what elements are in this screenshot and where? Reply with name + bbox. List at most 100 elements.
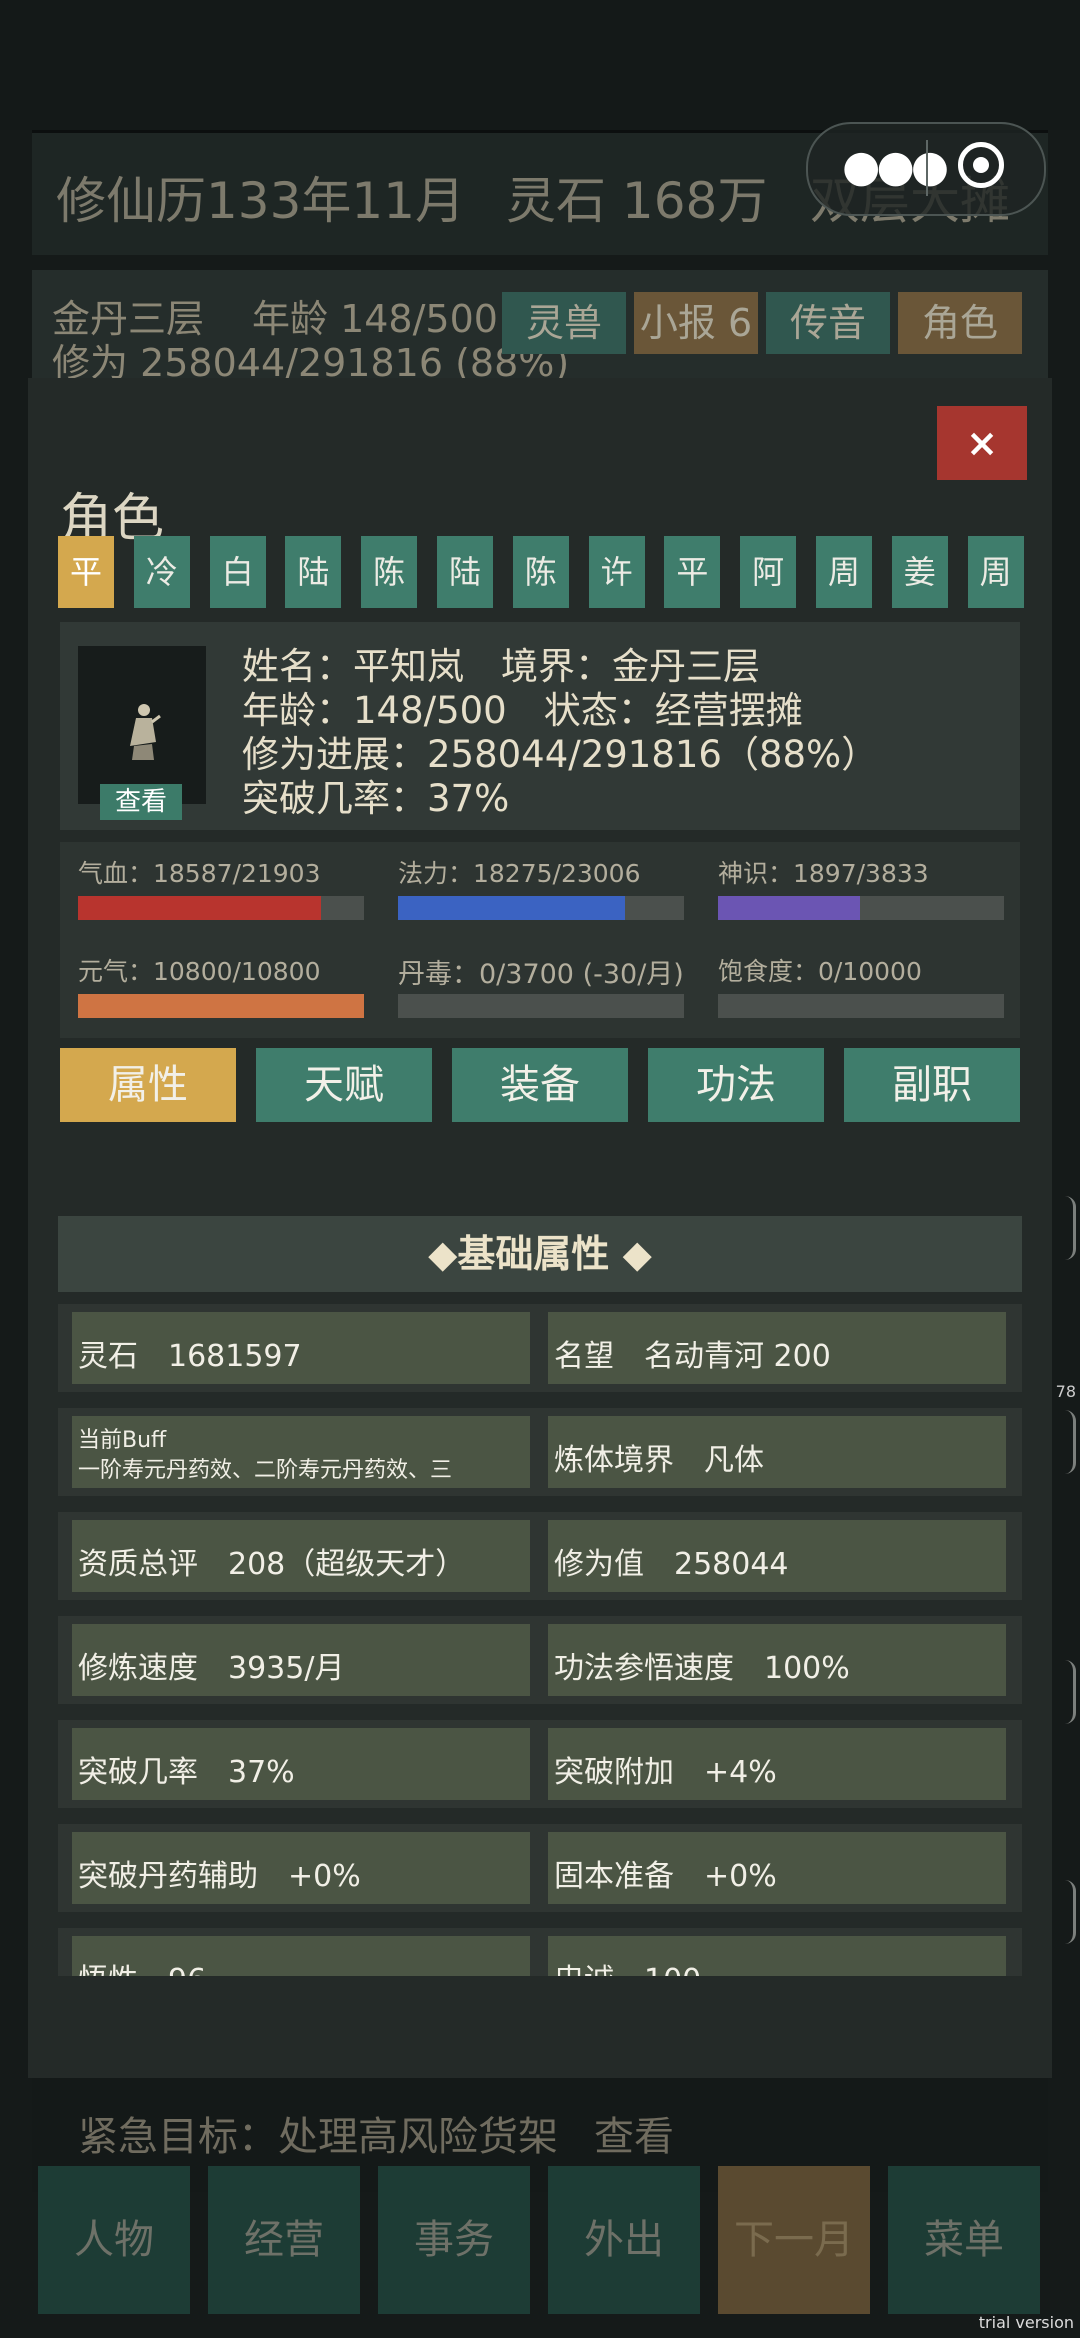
profile-breakthrough: 突破几率：37% [242,777,510,820]
stat-bar [398,994,684,1018]
tab-techniques[interactable]: 功法 [648,1048,824,1122]
attr-breakthrough-chance: 突破几率 37% [78,1755,295,1790]
attribute-cell: 名望 名动青河 200 [548,1312,1006,1384]
section-title: ◆基础属性 ◆ [58,1216,1022,1292]
attribute-cell: 突破丹药辅助 +0% [72,1832,530,1904]
attribute-row: 当前Buff 一阶寿元丹药效、二阶寿元丹药效、三 炼体境界 凡体 [58,1408,1022,1496]
stat-fill [78,994,364,1018]
tab-equipment[interactable]: 装备 [452,1048,628,1122]
stat-label: 元气：10800/10800 [78,957,321,986]
stat-label: 气血：18587/21903 [78,859,321,888]
character-tab[interactable]: 周 [967,536,1024,608]
attribute-row: 突破丹药辅助 +0% 固本准备 +0% [58,1824,1022,1912]
attr-insight: 悟性 96 [78,1955,206,1976]
attribute-cell: 固本准备 +0% [548,1832,1006,1904]
character-tab[interactable]: 冷 [133,536,190,608]
stats-panel: 气血：18587/21903 法力：18275/23006 神识：1897/38… [60,842,1020,1038]
stat-label: 饱食度：0/10000 [718,957,922,986]
urgent-goal-text: 紧急目标：处理高风险货架 [78,2114,558,2160]
character-modal: × 角色 平 冷 白 陆 陈 陆 陈 许 平 阿 周 姜 周 查看 姓名：平知岚… [28,378,1052,2078]
tab-attributes[interactable]: 属性 [60,1048,236,1122]
character-tab[interactable]: 陆 [437,536,493,608]
attribute-row: 突破几率 37% 突破附加 +4% [58,1720,1022,1808]
calendar-date: 修仙历133年11月 [56,172,466,230]
side-edge-indicator [1065,1410,1076,1474]
news-button[interactable]: 小报 6 [634,292,758,354]
stat-label: 丹毒：0/3700 (-30/月) [398,959,684,990]
attribute-cell: 炼体境界 凡体 [548,1416,1006,1488]
attribute-cell: 功法参悟速度 100% [548,1624,1006,1696]
attr-comprehension-speed: 功法参悟速度 100% [554,1651,850,1686]
attr-buff-title: 当前Buff [78,1428,167,1453]
bottom-nav: 人物 经营 事务 外出 下一月 菜单 [32,2160,1048,2320]
character-tab[interactable]: 周 [816,536,872,608]
character-tab[interactable]: 许 [588,536,645,608]
character-tab[interactable]: 陆 [285,536,342,608]
character-tab[interactable]: 平 [664,536,721,608]
spirit-beast-button[interactable]: 灵兽 [502,292,626,354]
attr-breakthrough-bonus: 突破附加 +4% [554,1755,777,1790]
character-tabs: 平 冷 白 陆 陈 陆 陈 许 平 阿 周 姜 周 [58,536,1024,608]
stat-mana: 法力：18275/23006 [398,854,684,920]
capsule-divider [926,140,928,196]
trial-watermark: trial version [978,2313,1074,2332]
attr-foundation-prep: 固本准备 +0% [554,1859,777,1894]
stat-satiety: 饱食度：0/10000 [718,952,1004,1018]
nav-character[interactable]: 人物 [38,2166,190,2314]
attr-aptitude: 资质总评 208（超级天才） [78,1547,466,1582]
profile-card: 查看 姓名：平知岚 境界：金丹三层 年龄：148/500 状态：经营摆摊 修为进… [60,622,1020,830]
character-tab[interactable]: 姜 [891,536,948,608]
attribute-cell: 修为值 258044 [548,1520,1006,1592]
stat-label: 法力：18275/23006 [398,859,641,888]
character-tab[interactable]: 阿 [740,536,797,608]
stat-bar [718,896,1004,920]
character-tab[interactable]: 陈 [512,536,569,608]
stat-pill-toxicity: 丹毒：0/3700 (-30/月) [398,952,684,1018]
stat-bar [718,994,1004,1018]
attr-spirit-stones: 灵石 1681597 [78,1339,302,1374]
character-tab[interactable]: 平 [58,536,114,608]
stat-fill [718,896,860,920]
close-miniprogram-icon[interactable] [958,142,1004,188]
close-button[interactable]: × [937,406,1027,480]
side-edge-indicator [1065,1196,1076,1260]
nav-outing[interactable]: 外出 [548,2166,700,2314]
tab-side-job[interactable]: 副职 [844,1048,1020,1122]
side-edge-indicator [1065,1660,1076,1724]
attribute-list[interactable]: 灵石 1681597 名望 名动青河 200 当前Buff 一阶寿元丹药效、二阶… [58,1304,1022,1976]
mini-program-capsule[interactable]: ●●● [806,122,1046,216]
attr-cultivation-speed: 修炼速度 3935/月 [78,1651,345,1686]
side-edge-indicator [1065,1880,1076,1944]
attr-buff-list: 一阶寿元丹药效、二阶寿元丹药效、三 [78,1458,453,1483]
attr-pill-assist: 突破丹药辅助 +0% [78,1859,361,1894]
attribute-cell: 忠诚 100 [548,1936,1006,1976]
stat-hp: 气血：18587/21903 [78,854,364,920]
attribute-cell: 当前Buff 一阶寿元丹药效、二阶寿元丹药效、三 [72,1416,530,1488]
character-button[interactable]: 角色 [898,292,1022,354]
urgent-goal-view-link[interactable]: 查看 [594,2104,674,2162]
character-tab[interactable]: 白 [209,536,266,608]
nav-affairs[interactable]: 事务 [378,2166,530,2314]
attribute-cell: 资质总评 208（超级天才） [72,1520,530,1592]
message-button[interactable]: 传音 [766,292,890,354]
attr-loyalty: 忠诚 100 [554,1955,701,1976]
view-avatar-button[interactable]: 查看 [100,784,182,820]
stat-bar [78,994,364,1018]
nav-menu[interactable]: 菜单 [888,2166,1040,2314]
attribute-row: 悟性 96 忠诚 100 [58,1928,1022,1976]
attr-body-realm: 炼体境界 凡体 [554,1443,764,1478]
tab-talents[interactable]: 天赋 [256,1048,432,1122]
attribute-cell: 突破几率 37% [72,1728,530,1800]
nav-next-month[interactable]: 下一月 [718,2166,870,2314]
detail-tabs: 属性 天赋 装备 功法 副职 [60,1048,1020,1122]
more-icon[interactable]: ●●● [842,142,949,192]
stat-bar [398,896,684,920]
attribute-row: 资质总评 208（超级天才） 修为值 258044 [58,1512,1022,1600]
attribute-cell: 修炼速度 3935/月 [72,1624,530,1696]
stat-spirit: 神识：1897/3833 [718,854,1004,920]
attr-cultivation-value: 修为值 258044 [554,1547,789,1582]
spirit-stone-total: 灵石 168万 [506,172,768,230]
stat-fill [398,896,626,920]
nav-business[interactable]: 经营 [208,2166,360,2314]
character-tab[interactable]: 陈 [361,536,418,608]
